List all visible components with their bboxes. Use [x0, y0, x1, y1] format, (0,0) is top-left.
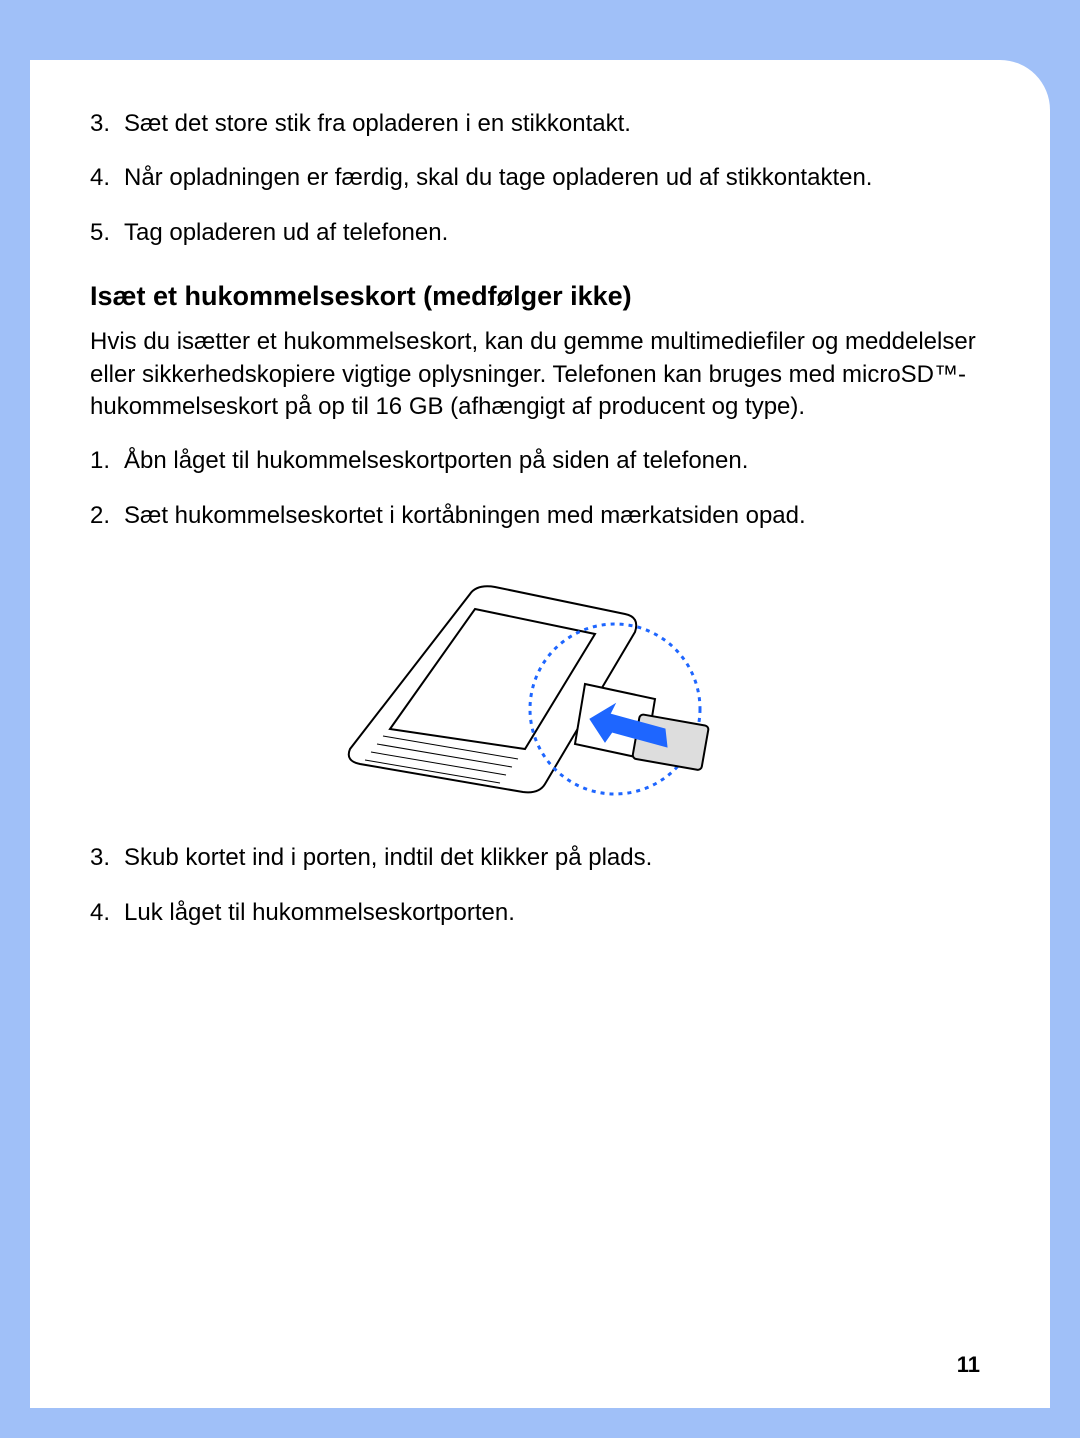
step-text: Sæt det store stik fra opladeren i en st… — [124, 108, 980, 140]
step-text: Skub kortet ind i porten, indtil det kli… — [124, 842, 980, 874]
step-number: 5. — [90, 217, 124, 249]
step-text: Luk låget til hukommelseskortporten. — [124, 897, 980, 929]
step-number: 4. — [90, 162, 124, 194]
step-text: Når opladningen er færdig, skal du tage … — [124, 162, 980, 194]
step-item: 3. Sæt det store stik fra opladeren i en… — [90, 108, 980, 140]
step-item: 4. Når opladningen er færdig, skal du ta… — [90, 162, 980, 194]
manual-page: 3. Sæt det store stik fra opladeren i en… — [30, 60, 1050, 1408]
step-number: 3. — [90, 842, 124, 874]
step-text: Tag opladeren ud af telefonen. — [124, 217, 980, 249]
step-number: 2. — [90, 500, 124, 532]
step-item: 4. Luk låget til hukommelseskortporten. — [90, 897, 980, 929]
step-number: 3. — [90, 108, 124, 140]
step-item: 2. Sæt hukommelseskortet i kortåbningen … — [90, 500, 980, 532]
step-number: 4. — [90, 897, 124, 929]
step-item: 3. Skub kortet ind i porten, indtil det … — [90, 842, 980, 874]
step-item: 5. Tag opladeren ud af telefonen. — [90, 217, 980, 249]
step-number: 1. — [90, 445, 124, 477]
step-text: Åbn låget til hukommelseskortporten på s… — [124, 445, 980, 477]
phone-sdcard-illustration — [90, 554, 980, 814]
page-number: 11 — [957, 1352, 980, 1378]
section-heading: Isæt et hukommelseskort (medfølger ikke) — [90, 281, 980, 312]
step-text: Sæt hukommelseskortet i kortåbningen med… — [124, 500, 980, 532]
step-item: 1. Åbn låget til hukommelseskortporten p… — [90, 445, 980, 477]
phone-sdcard-svg — [295, 554, 775, 814]
intro-paragraph: Hvis du isætter et hukommelseskort, kan … — [90, 326, 980, 423]
